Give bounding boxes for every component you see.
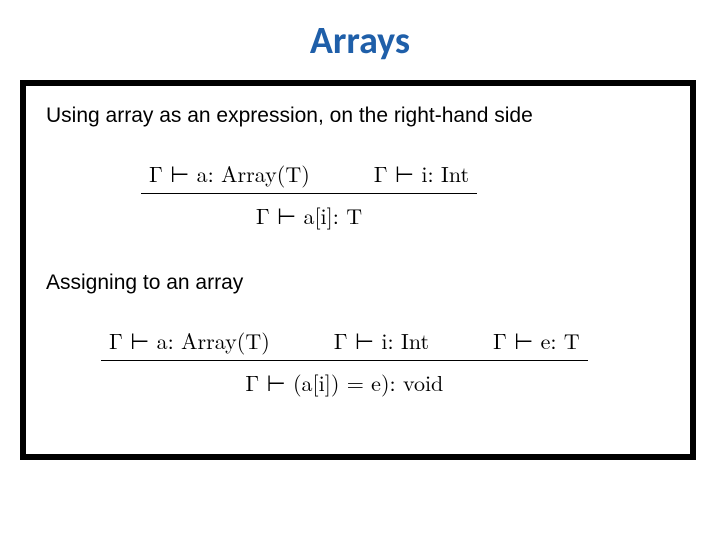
slide: Arrays Using array as an expression, on …	[0, 0, 720, 540]
conclusion-array-assign: Γ ⊢ (a[i]) = e): void	[101, 365, 588, 398]
inference-rule-array-read: Γ ⊢ a: Array(T) Γ ⊢ i: Int Γ ⊢ a[i]: T	[141, 158, 477, 231]
section-heading-assignment: Assigning to an array	[46, 271, 670, 295]
rule-line	[141, 193, 477, 194]
premise-e-t: Γ ⊢ e: T	[493, 325, 580, 356]
inference-rule-array-assign: Γ ⊢ a: Array(T) Γ ⊢ i: Int Γ ⊢ e: T Γ ⊢ …	[101, 325, 588, 398]
premise-i-int: Γ ⊢ i: Int	[374, 158, 469, 189]
section-heading-expression: Using array as an expression, on the rig…	[46, 104, 670, 128]
premises: Γ ⊢ a: Array(T) Γ ⊢ i: Int	[141, 158, 477, 191]
premises: Γ ⊢ a: Array(T) Γ ⊢ i: Int Γ ⊢ e: T	[101, 325, 588, 358]
slide-title: Arrays	[0, 18, 720, 64]
rule-line	[101, 360, 588, 361]
premise-i-int: Γ ⊢ i: Int	[334, 325, 429, 356]
conclusion-array-read: Γ ⊢ a[i]: T	[141, 198, 477, 231]
premise-a-array: Γ ⊢ a: Array(T)	[149, 158, 310, 189]
premise-a-array: Γ ⊢ a: Array(T)	[109, 325, 270, 356]
content-frame: Using array as an expression, on the rig…	[20, 80, 696, 460]
